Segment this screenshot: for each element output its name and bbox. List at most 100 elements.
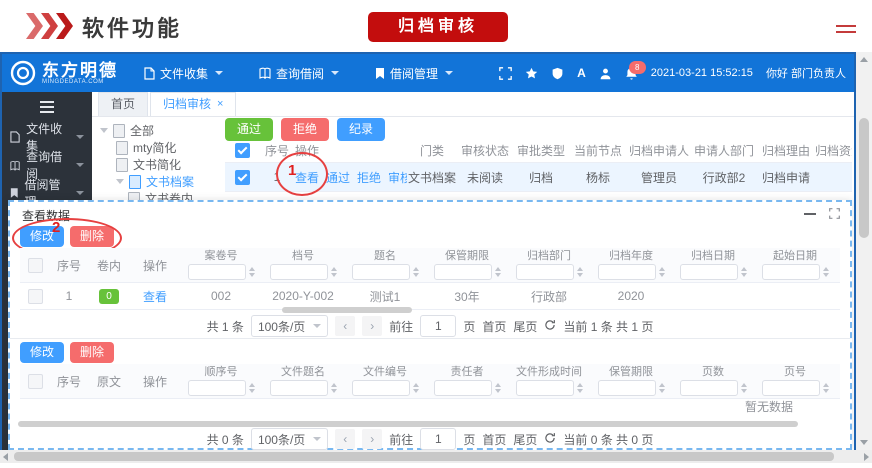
- sort-icon[interactable]: [413, 383, 419, 393]
- sort-icon[interactable]: [659, 267, 665, 277]
- filter-input[interactable]: [352, 380, 410, 396]
- select-all-checkbox[interactable]: [28, 258, 43, 273]
- menu-icon[interactable]: [836, 25, 856, 37]
- page-size-select[interactable]: 100条/页: [251, 428, 328, 450]
- scroll-down-arrow[interactable]: [860, 440, 868, 445]
- page-size-select[interactable]: 100条/页: [251, 315, 328, 337]
- nav-borrow-manage[interactable]: 借阅管理: [375, 65, 453, 82]
- scroll-left-arrow[interactable]: [3, 453, 8, 461]
- view-link[interactable]: 查看: [143, 288, 167, 305]
- sort-icon[interactable]: [577, 267, 583, 277]
- font-size-icon[interactable]: A: [577, 66, 586, 80]
- horizontal-scrollbar-thumb[interactable]: [14, 452, 834, 461]
- page-number-input[interactable]: [420, 315, 456, 337]
- inner-count-badge[interactable]: 0: [99, 289, 119, 304]
- next-page-button[interactable]: ›: [362, 316, 382, 336]
- sort-icon[interactable]: [659, 383, 665, 393]
- tree-node-all[interactable]: 全部: [100, 122, 230, 139]
- filter-input[interactable]: [270, 380, 328, 396]
- shield-icon[interactable]: [551, 67, 564, 80]
- sort-icon[interactable]: [741, 383, 747, 393]
- view-link[interactable]: 查看: [295, 171, 319, 185]
- bell-icon[interactable]: 8: [625, 67, 638, 80]
- maximize-icon[interactable]: [829, 206, 840, 224]
- sort-icon[interactable]: [331, 267, 337, 277]
- horizontal-scrollbar[interactable]: [0, 450, 872, 463]
- select-all-checkbox[interactable]: [28, 374, 43, 389]
- vertical-scrollbar[interactable]: [856, 52, 872, 450]
- modal-toolbar-1: 修改 删除: [20, 226, 114, 247]
- filter-input[interactable]: [680, 264, 738, 280]
- prev-page-button[interactable]: ‹: [335, 429, 355, 449]
- row-checkbox[interactable]: [28, 289, 43, 304]
- last-page-link[interactable]: 尾页: [513, 431, 537, 448]
- hamburger-icon[interactable]: [40, 101, 54, 113]
- page-number-input[interactable]: [420, 428, 456, 450]
- filter-input[interactable]: [598, 380, 656, 396]
- last-page-link[interactable]: 尾页: [513, 318, 537, 335]
- filter-input[interactable]: [434, 380, 492, 396]
- pass-link[interactable]: 通过: [326, 171, 350, 185]
- row-checkbox[interactable]: [235, 170, 250, 185]
- star-icon[interactable]: [525, 67, 538, 80]
- filter-input[interactable]: [352, 264, 410, 280]
- edit-button[interactable]: 修改: [20, 226, 64, 247]
- filter-input[interactable]: [762, 380, 820, 396]
- refresh-icon[interactable]: [544, 432, 556, 447]
- delete-button[interactable]: 删除: [70, 226, 114, 247]
- sort-icon[interactable]: [249, 267, 255, 277]
- caret-down-icon[interactable]: [100, 128, 108, 133]
- caret-down-icon[interactable]: [116, 179, 124, 184]
- filter-input[interactable]: [516, 264, 574, 280]
- sort-icon[interactable]: [413, 267, 419, 277]
- delete-button[interactable]: 删除: [70, 342, 114, 363]
- edit-button[interactable]: 修改: [20, 342, 64, 363]
- filter-input[interactable]: [598, 264, 656, 280]
- first-page-link[interactable]: 首页: [482, 431, 506, 448]
- cell-archive-year: 2020: [590, 289, 672, 303]
- sort-icon[interactable]: [249, 383, 255, 393]
- refresh-icon[interactable]: [544, 319, 556, 334]
- sidebar-item-query-borrow[interactable]: 查询借阅: [2, 151, 92, 179]
- filter-input[interactable]: [434, 264, 492, 280]
- reject-link[interactable]: 拒绝: [357, 171, 381, 185]
- user-icon[interactable]: [599, 67, 612, 80]
- sidebar-item-file-collect[interactable]: 文件收集: [2, 123, 92, 151]
- filter-input[interactable]: [188, 380, 246, 396]
- vertical-scrollbar-thumb[interactable]: [859, 118, 869, 238]
- filter-input[interactable]: [516, 380, 574, 396]
- sort-icon[interactable]: [331, 383, 337, 393]
- sort-icon[interactable]: [577, 383, 583, 393]
- table-row[interactable]: 1 查看通过拒绝审核记录 文书档案 未阅读 归档 杨标 管理员 行政部2 归档申…: [225, 163, 852, 192]
- tree-node-wenshu-jianhua[interactable]: 文书简化: [100, 156, 230, 173]
- logo[interactable]: 东方明德 MINGDEDATA.COM: [10, 60, 118, 86]
- select-all-checkbox[interactable]: [235, 143, 250, 158]
- fullscreen-icon[interactable]: [499, 67, 512, 80]
- horizontal-scrollbar-thumb[interactable]: [18, 421, 798, 427]
- filter-input[interactable]: [762, 264, 820, 280]
- filter-input[interactable]: [270, 264, 328, 280]
- nav-query-borrow[interactable]: 查询借阅: [259, 65, 339, 82]
- sort-icon[interactable]: [495, 383, 501, 393]
- filter-input[interactable]: [680, 380, 738, 396]
- tab-home[interactable]: 首页: [98, 92, 148, 116]
- filter-input[interactable]: [188, 264, 246, 280]
- tab-archive-review[interactable]: 归档审核 ×: [150, 92, 236, 116]
- sort-icon[interactable]: [823, 383, 829, 393]
- scroll-up-arrow[interactable]: [860, 57, 868, 62]
- horizontal-scrollbar-thumb[interactable]: [282, 307, 412, 313]
- sort-icon[interactable]: [495, 267, 501, 277]
- sort-icon[interactable]: [823, 267, 829, 277]
- prev-page-button[interactable]: ‹: [335, 316, 355, 336]
- tree-node-mty[interactable]: mty简化: [100, 139, 230, 156]
- close-icon[interactable]: ×: [217, 99, 223, 110]
- minimize-icon[interactable]: [804, 213, 816, 215]
- tree-node-wenshu-dangan[interactable]: 文书档案: [100, 173, 230, 190]
- table-row[interactable]: 1 0 查看 002 2020-Y-002 测试1 30年 行政部 2020: [20, 283, 840, 310]
- first-page-link[interactable]: 首页: [482, 318, 506, 335]
- audit-record-link[interactable]: 审核记录: [388, 171, 407, 185]
- scroll-right-arrow[interactable]: [864, 453, 869, 461]
- sort-icon[interactable]: [741, 267, 747, 277]
- next-page-button[interactable]: ›: [362, 429, 382, 449]
- nav-file-collect[interactable]: 文件收集: [144, 65, 223, 82]
